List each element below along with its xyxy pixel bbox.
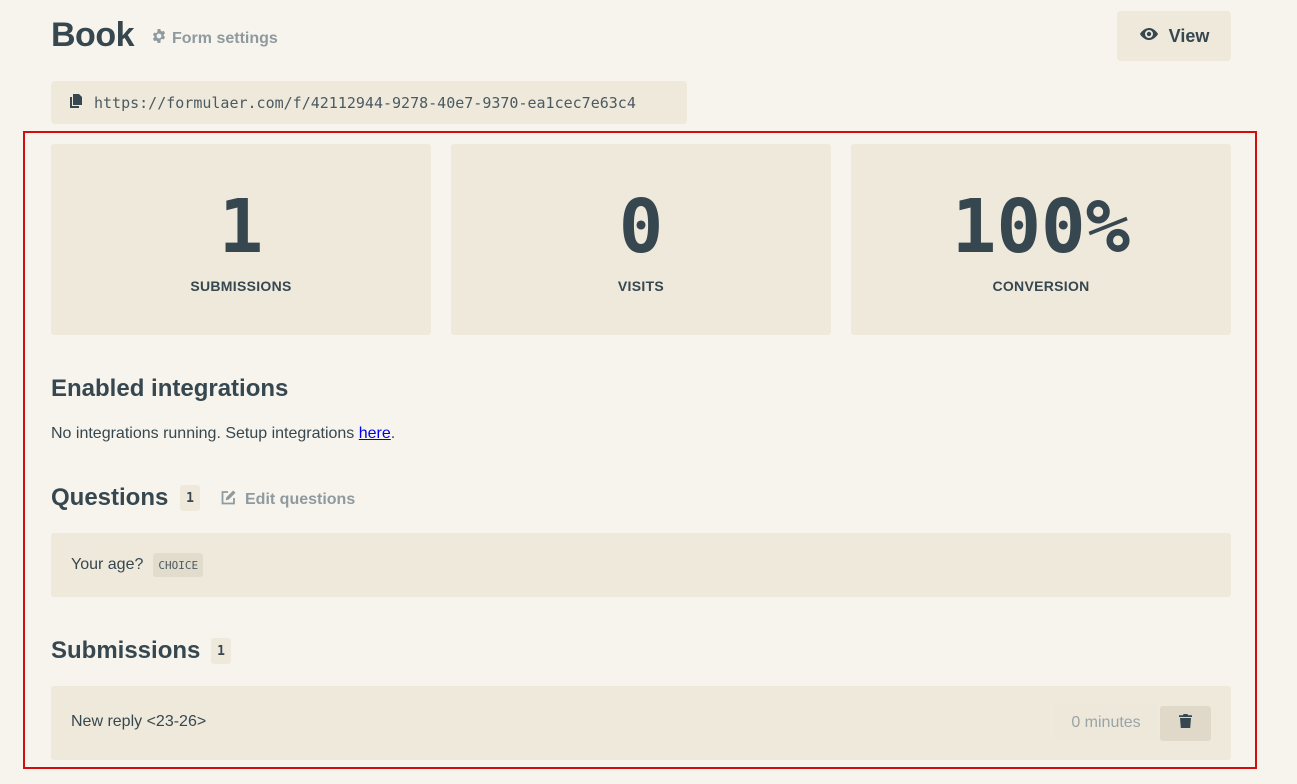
questions-heading: Questions	[51, 484, 169, 511]
stats-panel: 1 SUBMISSIONS 0 VISITS 100% CONVERSION	[51, 144, 1231, 335]
view-button[interactable]: View	[1117, 11, 1231, 61]
view-label: View	[1168, 25, 1210, 46]
edit-questions-link[interactable]: Edit questions	[220, 489, 355, 511]
edit-questions-label: Edit questions	[245, 491, 356, 508]
stat-card-submissions: 1 SUBMISSIONS	[51, 144, 431, 335]
page-header: Book Form settings View	[51, 10, 1231, 62]
stat-value: 0	[618, 184, 664, 270]
question-item: Your age? CHOICE	[51, 533, 1231, 597]
page-title: Book	[51, 16, 135, 54]
integrations-heading: Enabled integrations	[51, 375, 289, 402]
question-type-tag: CHOICE	[153, 553, 204, 577]
form-url-copy[interactable]: https://formulaer.com/f/42112944-9278-40…	[51, 81, 687, 124]
questions-count-badge: 1	[180, 485, 200, 511]
submission-item[interactable]: New reply <23-26> 0 minutes	[51, 686, 1231, 760]
setup-integrations-link[interactable]: here	[359, 425, 391, 442]
stat-value: 100%	[951, 184, 1131, 270]
form-settings-label: Form settings	[172, 29, 278, 47]
copy-icon	[68, 93, 84, 113]
eye-icon	[1139, 24, 1159, 49]
submissions-heading: Submissions	[51, 637, 201, 664]
submission-time: 0 minutes	[1054, 705, 1158, 741]
question-text: Your age?	[71, 556, 144, 573]
trash-icon	[1179, 714, 1192, 733]
form-settings-link[interactable]: Form settings	[151, 28, 278, 49]
integrations-text: No integrations running. Setup integrati…	[51, 425, 359, 442]
stat-value: 1	[218, 184, 264, 270]
edit-icon	[220, 489, 237, 511]
stat-label: SUBMISSIONS	[190, 278, 292, 294]
form-url-text: https://formulaer.com/f/42112944-9278-40…	[94, 93, 636, 112]
submissions-count-badge: 1	[211, 638, 231, 664]
stat-card-conversion: 100% CONVERSION	[851, 144, 1231, 335]
integrations-status: No integrations running. Setup integrati…	[51, 425, 395, 443]
integrations-text-end: .	[390, 425, 396, 442]
delete-submission-button[interactable]	[1160, 706, 1211, 741]
gear-icon	[151, 28, 167, 49]
form-overview-page: Book Form settings View https://formulae…	[0, 0, 1297, 784]
stat-label: VISITS	[617, 278, 665, 294]
stat-card-visits: 0 VISITS	[451, 144, 831, 335]
submission-text: New reply <23-26>	[71, 713, 207, 730]
stat-label: CONVERSION	[992, 278, 1090, 294]
